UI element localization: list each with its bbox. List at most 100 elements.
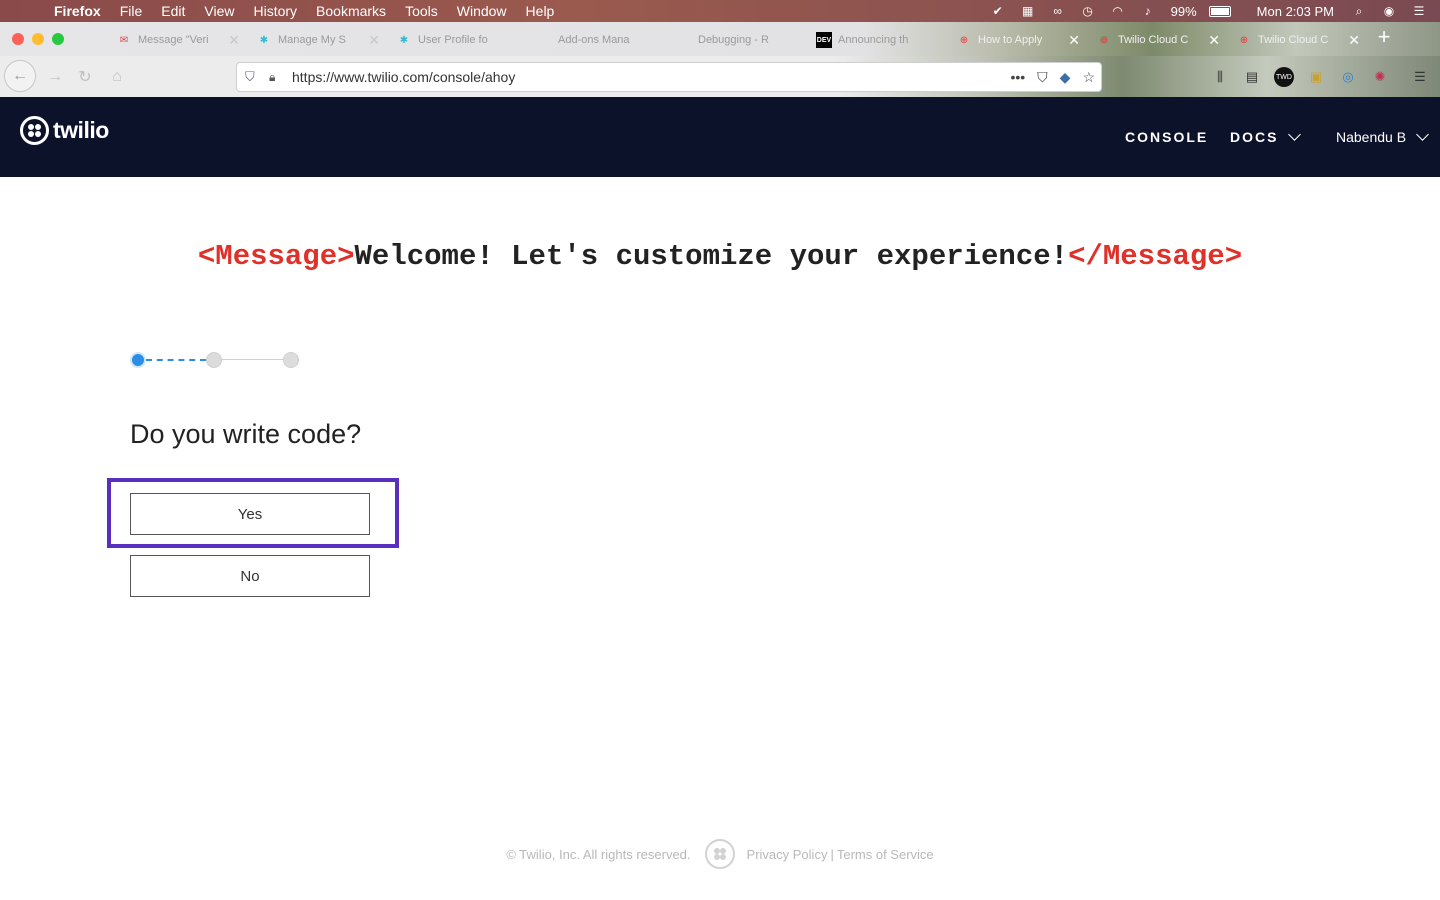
menu-file[interactable]: File <box>120 3 143 19</box>
tab-title: Manage My S <box>278 34 346 46</box>
step-2-dot <box>206 352 222 368</box>
close-tab-icon[interactable]: ✕ <box>228 32 240 49</box>
terms-of-service-link[interactable]: Terms of Service <box>837 847 934 862</box>
hamburger-menu-icon[interactable]: ☰ <box>1410 67 1430 87</box>
minimize-window-button[interactable] <box>32 33 44 45</box>
chevron-down-icon <box>1416 128 1429 141</box>
logo-text: twilio <box>53 117 109 143</box>
twilio-icon: ⊕ <box>1099 34 1109 46</box>
debugging-icon <box>676 32 692 48</box>
notification-center-icon[interactable]: ☰ <box>1410 4 1428 18</box>
bookmark-star-icon[interactable]: ☆ <box>1082 69 1095 86</box>
browser-tab-active[interactable]: ⊕ Twilio Cloud C ✕ <box>1228 26 1366 54</box>
browser-tab[interactable]: Add-ons Mana <box>528 26 666 54</box>
tab-title: Twilio Cloud C <box>1258 34 1329 46</box>
browser-tab[interactable]: ✱ User Profile fo <box>388 26 526 54</box>
close-tab-icon[interactable]: ✕ <box>1348 32 1360 49</box>
nav-docs-dropdown[interactable]: DOCS <box>1230 97 1302 177</box>
tab-title: Message "Veri <box>138 34 209 46</box>
wifi-icon[interactable]: ◠ <box>1109 4 1127 18</box>
step-connector-active <box>146 359 206 361</box>
twd-extension-icon[interactable]: TWD <box>1274 67 1294 87</box>
message-close-tag: </Message> <box>1068 240 1243 273</box>
menu-view[interactable]: View <box>204 3 234 19</box>
checkmark-status-icon[interactable]: ✔ <box>989 4 1007 18</box>
url-bar[interactable]: ⛉ 🔒︎ https://www.twilio.com/console/ahoy… <box>236 62 1102 92</box>
close-tab-icon[interactable]: ✕ <box>1208 32 1220 49</box>
chevron-down-icon <box>1288 128 1302 141</box>
battery-percent: 99% <box>1170 3 1197 19</box>
back-button[interactable]: ← <box>4 60 36 92</box>
tab-title: User Profile fo <box>418 34 488 46</box>
menu-history[interactable]: History <box>253 3 297 19</box>
menu-edit[interactable]: Edit <box>161 3 185 19</box>
creative-cloud-icon[interactable]: ∞ <box>1049 4 1067 18</box>
welcome-text: Welcome! Let's customize your experience… <box>354 240 1069 273</box>
lock-icon[interactable]: 🔒︎ <box>269 70 281 85</box>
browser-tab[interactable]: ✉ Message "Veri ✕ <box>108 26 246 54</box>
python-extension-icon[interactable]: ◆ <box>1060 69 1071 86</box>
close-tab-icon[interactable]: ✕ <box>368 32 380 49</box>
menu-bookmarks[interactable]: Bookmarks <box>316 3 386 19</box>
twilio-footer-logo-icon <box>704 839 735 869</box>
extension-globe-icon[interactable]: ◎ <box>1338 67 1358 87</box>
twilio-logo-icon <box>20 116 49 145</box>
user-name: Nabendu B <box>1336 129 1407 145</box>
nav-console-link[interactable]: CONSOLE <box>1125 97 1208 177</box>
browser-tab[interactable]: ✱ Manage My S ✕ <box>248 26 386 54</box>
nav-docs-label: DOCS <box>1230 129 1279 145</box>
browser-nav-toolbar: ← → ↻ ⌂ ⛉ 🔒︎ https://www.twilio.com/cons… <box>0 56 1440 97</box>
twilio-icon: ⊕ <box>1239 34 1249 46</box>
menu-help[interactable]: Help <box>526 3 555 19</box>
welcome-heading: <Message>Welcome! Let's customize your e… <box>0 240 1440 273</box>
gmail-icon: ✉ <box>119 34 129 46</box>
browser-tab[interactable]: ⊕ Twilio Cloud C ✕ <box>1088 26 1226 54</box>
twilio-logo[interactable]: twilio <box>20 116 109 145</box>
browser-tab[interactable]: ⊕ How to Apply ✕ <box>948 26 1086 54</box>
yes-button[interactable]: Yes <box>130 493 370 535</box>
step-3-dot <box>283 352 299 368</box>
dev-icon: DEV <box>816 32 832 48</box>
tab-title: Twilio Cloud C <box>1118 34 1189 46</box>
siri-icon[interactable]: ◉ <box>1380 4 1398 18</box>
zoom-window-button[interactable] <box>52 33 64 45</box>
forward-button[interactable]: → <box>40 62 70 92</box>
spotlight-search-icon[interactable]: ⌕ <box>1350 4 1368 18</box>
library-icon[interactable]: ⫼ <box>1210 67 1230 87</box>
docker-icon[interactable]: ▦ <box>1019 4 1037 18</box>
browser-tab-strip: ✉ Message "Veri ✕ ✱ Manage My S ✕ ✱ User… <box>0 22 1440 56</box>
question-heading: Do you write code? <box>130 419 362 449</box>
pocket-icon[interactable]: ⛉ <box>1037 69 1048 86</box>
reload-button[interactable]: ↻ <box>70 62 100 92</box>
no-button[interactable]: No <box>130 555 370 597</box>
browser-tab[interactable]: Debugging - R <box>668 26 806 54</box>
react-devtools-icon[interactable]: ✺ <box>1370 67 1390 87</box>
close-tab-icon[interactable]: ✕ <box>1068 32 1080 49</box>
nav-console-label: CONSOLE <box>1125 129 1209 145</box>
tab-title: Debugging - R <box>698 34 769 46</box>
addons-icon <box>536 32 552 48</box>
menu-window[interactable]: Window <box>457 3 507 19</box>
battery-icon[interactable] <box>1208 5 1231 17</box>
close-window-button[interactable] <box>12 33 24 45</box>
step-1-dot <box>130 352 146 368</box>
reader-view-icon[interactable]: ▤ <box>1242 67 1262 87</box>
privacy-policy-link[interactable]: Privacy Policy <box>747 847 828 862</box>
url-text[interactable]: https://www.twilio.com/console/ahoy <box>292 69 515 85</box>
browser-tab[interactable]: DEV Announcing th <box>808 26 946 54</box>
volume-icon[interactable]: ♪ <box>1139 4 1157 18</box>
twilio-header: twilio CONSOLE DOCS Nabendu B <box>0 97 1440 177</box>
user-menu-dropdown[interactable]: Nabendu B <box>1336 97 1429 177</box>
macos-menu-bar: Firefox File Edit View History Bookmarks… <box>0 0 1440 22</box>
menu-tools[interactable]: Tools <box>405 3 438 19</box>
page-actions-icon[interactable]: ••• <box>1010 69 1025 85</box>
app-menu[interactable]: Firefox <box>54 3 101 19</box>
extension-badge-icon[interactable]: ▣ <box>1306 67 1326 87</box>
time-machine-icon[interactable]: ◷ <box>1079 4 1097 18</box>
new-tab-button[interactable]: + <box>1372 26 1396 50</box>
home-button[interactable]: ⌂ <box>102 62 132 92</box>
tab-title: Announcing th <box>838 34 909 46</box>
tracking-protection-shield-icon[interactable]: ⛉ <box>245 69 259 85</box>
twilio-apps-icon: ✱ <box>399 34 409 46</box>
clock[interactable]: Mon 2:03 PM <box>1257 4 1334 19</box>
